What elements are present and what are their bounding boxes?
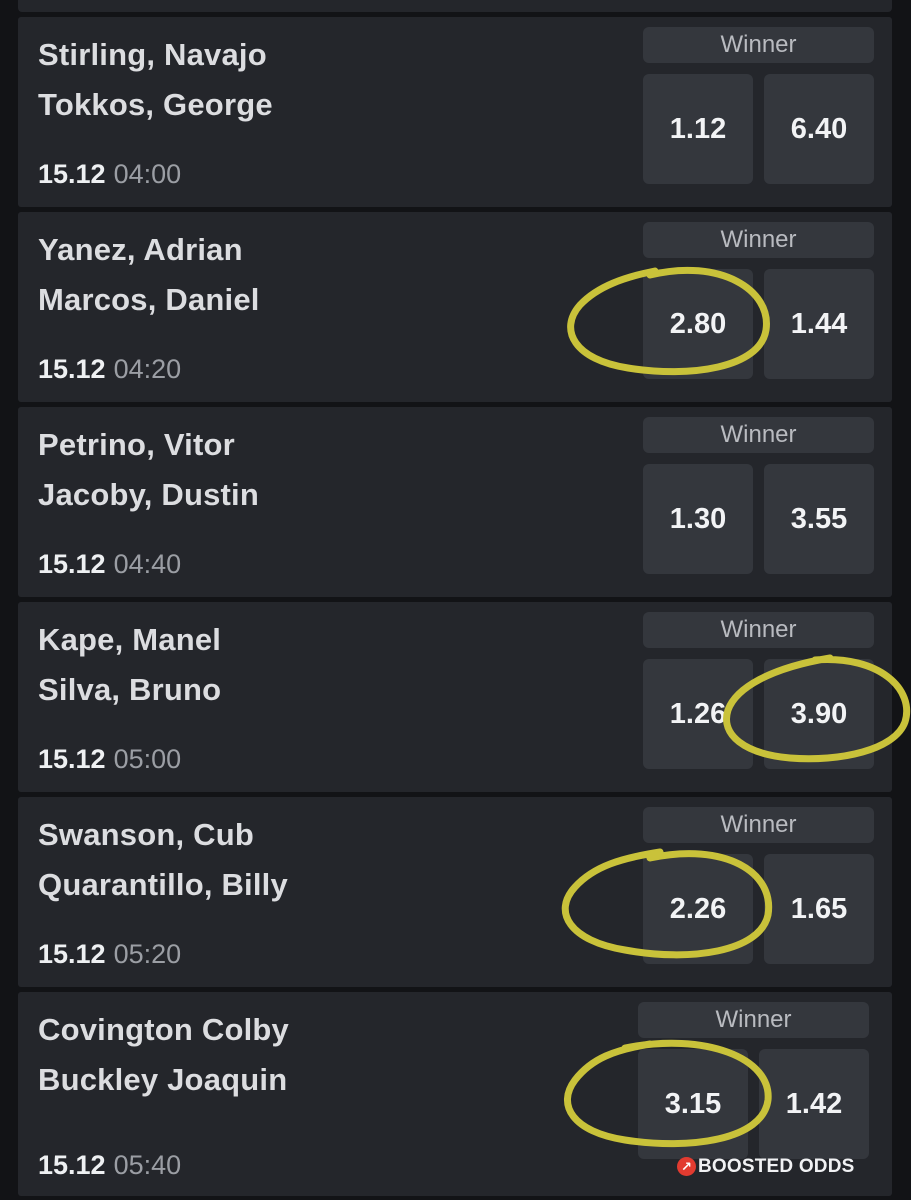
player-one-name: Covington Colby <box>38 1012 289 1047</box>
player-two-name: Silva, Bruno <box>38 672 222 707</box>
match-card: Yanez, Adrian Marcos, Daniel 15.12 04:20 … <box>18 212 892 402</box>
match-date: 15.12 <box>38 744 106 774</box>
match-time: 05:20 <box>113 939 182 969</box>
match-card: Stirling, Navajo Tokkos, George 15.12 04:… <box>18 17 892 207</box>
match-date: 15.12 <box>38 939 106 969</box>
match-time: 05:40 <box>113 1150 182 1180</box>
market-label: Winner <box>643 27 874 63</box>
boosted-odds-badge: ↗ BOOSTED ODDS <box>677 1156 855 1178</box>
match-card: Petrino, Vitor Jacoby, Dustin 15.12 04:40… <box>18 407 892 597</box>
odds-button-player-two[interactable]: 3.55 <box>764 464 874 574</box>
market-label: Winner <box>643 612 874 648</box>
market-label: Winner <box>638 1002 869 1038</box>
player-one-name: Kape, Manel <box>38 622 222 657</box>
boosted-odds-icon: ↗ <box>677 1157 696 1176</box>
match-list: Stirling, Navajo Tokkos, George 15.12 04:… <box>0 0 911 1200</box>
match-datetime: 15.12 05:20 <box>38 939 181 970</box>
odds-button-player-two[interactable]: 1.65 <box>764 854 874 964</box>
player-one-name: Stirling, Navajo <box>38 37 267 72</box>
match-time: 04:40 <box>113 549 182 579</box>
odds-button-player-two[interactable]: 3.90 <box>764 659 874 769</box>
player-two-name: Marcos, Daniel <box>38 282 260 317</box>
match-time: 04:20 <box>113 354 182 384</box>
match-datetime: 15.12 05:40 <box>38 1150 181 1181</box>
market-label: Winner <box>643 417 874 453</box>
odds-button-player-one[interactable]: 1.12 <box>643 74 753 184</box>
player-one-name: Swanson, Cub <box>38 817 254 852</box>
odds-button-player-one[interactable]: 2.26 <box>643 854 753 964</box>
player-two-name: Quarantillo, Billy <box>38 867 288 902</box>
odds-button-player-one[interactable]: 1.30 <box>643 464 753 574</box>
match-date: 15.12 <box>38 1150 106 1180</box>
match-time: 04:00 <box>113 159 182 189</box>
player-two-name: Jacoby, Dustin <box>38 477 259 512</box>
odds-button-player-one[interactable]: 2.80 <box>643 269 753 379</box>
match-datetime: 15.12 04:40 <box>38 549 181 580</box>
match-date: 15.12 <box>38 159 106 189</box>
previous-card-edge <box>18 0 892 12</box>
market-label: Winner <box>643 222 874 258</box>
odds-button-player-one[interactable]: 1.26 <box>643 659 753 769</box>
match-card: Kape, Manel Silva, Bruno 15.12 05:00 Winn… <box>18 602 892 792</box>
odds-button-player-one[interactable]: 3.15 <box>638 1049 748 1159</box>
player-one-name: Yanez, Adrian <box>38 232 243 267</box>
market-label: Winner <box>643 807 874 843</box>
match-datetime: 15.12 04:00 <box>38 159 181 190</box>
match-time: 05:00 <box>113 744 182 774</box>
odds-button-player-two[interactable]: 6.40 <box>764 74 874 184</box>
match-datetime: 15.12 04:20 <box>38 354 181 385</box>
match-date: 15.12 <box>38 354 106 384</box>
player-two-name: Buckley Joaquin <box>38 1062 288 1097</box>
match-datetime: 15.12 05:00 <box>38 744 181 775</box>
player-one-name: Petrino, Vitor <box>38 427 235 462</box>
odds-button-player-two[interactable]: 1.42 <box>759 1049 869 1159</box>
match-card: Swanson, Cub Quarantillo, Billy 15.12 05:… <box>18 797 892 987</box>
match-date: 15.12 <box>38 549 106 579</box>
player-two-name: Tokkos, George <box>38 87 273 122</box>
odds-button-player-two[interactable]: 1.44 <box>764 269 874 379</box>
match-card: Covington Colby Buckley Joaquin 15.12 05:… <box>18 992 892 1196</box>
boosted-odds-label: BOOSTED ODDS <box>698 1156 855 1177</box>
